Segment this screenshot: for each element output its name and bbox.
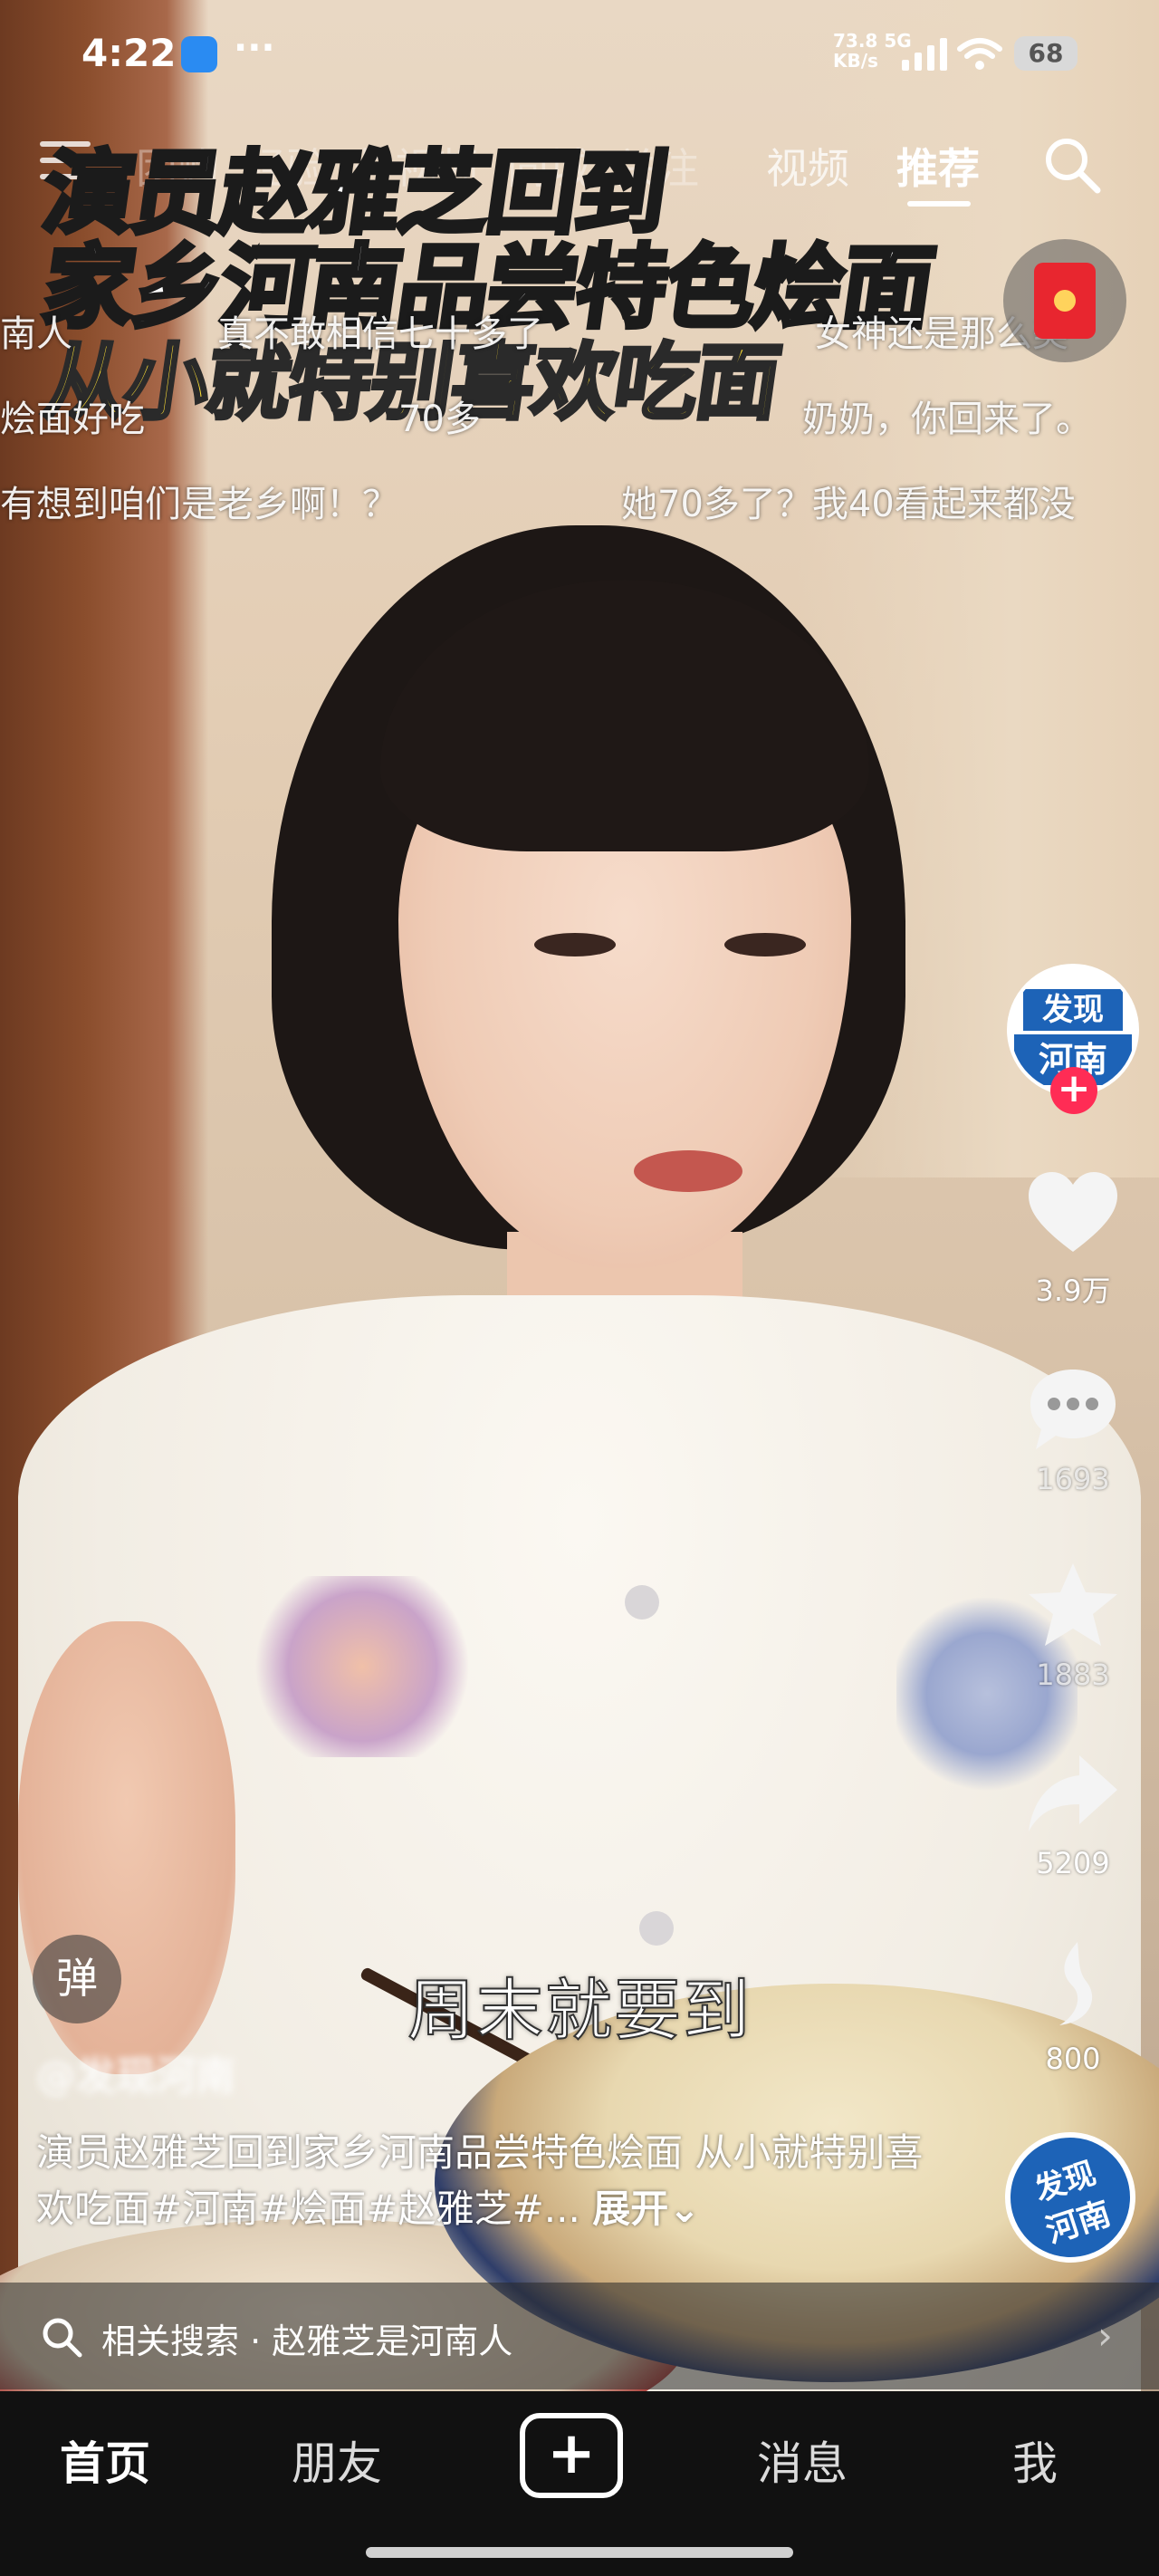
chevron-right-icon: › [1097,2313,1113,2358]
danmaku-comment: 奶奶，你回来了。 [802,399,1092,440]
danmaku-comment: 真不敢相信七十多了 [217,313,543,355]
follow-button[interactable]: + [1050,1067,1097,1114]
video-caption[interactable]: 演员赵雅芝回到家乡河南品尝特色烩面 从小就特别喜欢吃面#河南#烩面#赵雅芝#..… [36,2125,960,2237]
create-post-button[interactable]: + [520,2413,623,2498]
cardigan-button [639,1911,674,1946]
tab-friends[interactable]: 朋友 [292,2427,382,2493]
person-lips [634,1150,742,1192]
video-subtitle: 周末就要到 [407,1971,752,2051]
danmaku-comment: 有想到咱们是老乡啊！？ [0,484,398,525]
home-indicator[interactable] [366,2547,793,2558]
status-bar: 4:22 ··· 73.8 5G KB/s 68 [0,0,1159,109]
search-icon [43,2318,82,2358]
wifi-icon [957,38,1002,70]
like-count: 3.9万 [1035,1274,1111,1308]
tab-recommend[interactable]: 推荐 [896,136,980,196]
expand-caption-button[interactable]: 展开⌄ [592,2187,700,2231]
danmaku-comment: 她70多了？我40看起来都没 [621,484,1076,525]
red-envelope-button[interactable] [1003,239,1126,362]
cardigan-button [625,1585,659,1620]
caption-text: 演员赵雅芝回到家乡河南品尝特色烩面 从小就特别喜欢吃面#河南#烩面#赵雅芝#..… [36,2130,924,2231]
comment-icon[interactable] [1023,1364,1123,1455]
author-name[interactable]: @发现河南 [36,2043,235,2101]
battery-indicator: 68 [1014,36,1078,71]
related-search-bar[interactable]: 相关搜索 · 赵雅芝是河南人 › [0,2283,1159,2389]
active-tab-indicator [907,201,971,207]
tab-messages[interactable]: 消息 [757,2427,848,2493]
share-arrow-icon[interactable] [1023,1748,1123,1839]
comment-count: 1693 [1036,1462,1110,1496]
search-icon[interactable] [1041,134,1103,196]
red-envelope-icon [1034,263,1096,339]
tab-me[interactable]: 我 [1012,2427,1058,2493]
bottom-tab-bar: 首页 朋友 + 消息 我 [0,2391,1159,2576]
related-search-label: 相关搜索 · 赵雅芝是河南人 [101,2321,513,2361]
danmaku-comment: 70多 [398,399,481,440]
share-count: 5209 [1036,1846,1110,1880]
tab-video[interactable]: 视频 [766,136,849,196]
like-heart-icon[interactable] [1023,1168,1123,1259]
status-time: 4:22 [81,31,177,75]
danmaku-comment: 烩面好吃 [0,399,145,440]
person-eye-left [534,933,616,956]
avatar-logo-top: 发现 [1023,989,1123,1031]
cellular-signal-icon [902,38,947,71]
app-notification-icon [181,36,217,72]
person-eye-right [724,933,806,956]
danmaku-comment: 南人 [0,313,72,355]
favorite-star-icon[interactable] [1023,1560,1123,1650]
favorite-count: 1883 [1036,1658,1110,1692]
cardigan-flower [244,1576,480,1757]
more-notifications-icon: ··· [234,27,275,69]
danmaku-toggle-button[interactable]: 弹 [33,1935,121,2023]
tab-home[interactable]: 首页 [60,2427,150,2493]
